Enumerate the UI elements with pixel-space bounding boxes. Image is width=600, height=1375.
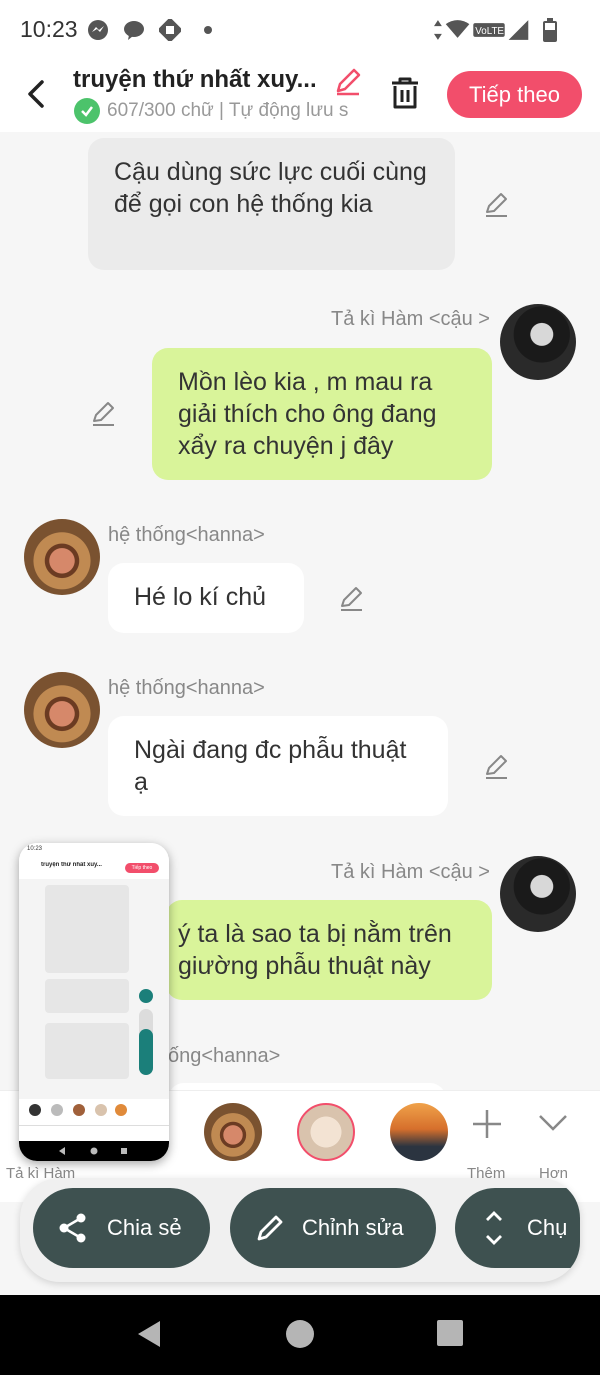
svg-text:VoLTE: VoLTE bbox=[475, 26, 504, 37]
system-navigation-bar bbox=[0, 1295, 600, 1375]
edit-button[interactable]: Chỉnh sửa bbox=[230, 1188, 436, 1268]
character-avatar-sunset[interactable] bbox=[390, 1103, 448, 1161]
notification-dot-icon bbox=[196, 18, 220, 42]
status-bar: 10:23 VoLTE bbox=[0, 0, 600, 60]
share-label: Chia sẻ bbox=[107, 1215, 182, 1240]
thumbnail-character-bar bbox=[19, 1099, 169, 1125]
add-character-icon[interactable] bbox=[470, 1107, 504, 1141]
speaker-name: ống<hanna> bbox=[168, 1045, 281, 1067]
battery-icon bbox=[538, 18, 562, 42]
thumbnail-volume-icon bbox=[139, 989, 153, 1003]
edit-label: Chỉnh sửa bbox=[302, 1215, 404, 1240]
share-icon bbox=[57, 1212, 89, 1244]
back-button[interactable] bbox=[22, 76, 52, 112]
character-avatar-cat[interactable] bbox=[297, 1103, 355, 1161]
thumbnail-navbar bbox=[19, 1141, 169, 1161]
trash-icon[interactable] bbox=[388, 75, 422, 111]
story-title[interactable]: truyện thứ nhất xuy... bbox=[73, 66, 323, 94]
network-icons: VoLTE bbox=[434, 18, 544, 42]
status-time: 10:23 bbox=[20, 16, 78, 42]
back-nav-icon[interactable] bbox=[134, 1319, 164, 1349]
expand-icon bbox=[481, 1210, 507, 1246]
screenshot-action-bar: Chia sẻ Chỉnh sửa Chụ bbox=[20, 1178, 580, 1282]
speaker-name: hệ thống<hanna> bbox=[108, 677, 265, 699]
screenshot-thumbnail[interactable]: 10:23 truyện thứ nhất xuy... Tiếp theo bbox=[19, 843, 169, 1161]
app-icon bbox=[158, 18, 182, 42]
character-message-bubble[interactable]: Hé lo kí chủ bbox=[108, 563, 304, 633]
thumbnail-bubble bbox=[45, 885, 129, 973]
thumbnail-title: truyện thứ nhất xuy... bbox=[41, 862, 102, 868]
thumbnail-header: truyện thứ nhất xuy... Tiếp theo bbox=[19, 857, 169, 879]
word-count-status: 607/300 chữ | Tự động lưu s bbox=[107, 100, 349, 121]
thumbnail-body bbox=[19, 879, 169, 1099]
scroll-capture-button[interactable]: Chụ bbox=[455, 1188, 580, 1268]
edit-message-icon[interactable] bbox=[483, 190, 511, 218]
next-button[interactable]: Tiếp theo bbox=[447, 71, 582, 118]
character-avatar-hanna[interactable] bbox=[204, 1103, 262, 1161]
avatar-hanna[interactable] bbox=[24, 519, 100, 595]
chat-icon bbox=[122, 18, 146, 42]
edit-message-icon[interactable] bbox=[338, 584, 366, 612]
character-message-bubble[interactable]: Ngài đang đc phẫu thuật ạ bbox=[108, 716, 448, 816]
user-message-bubble[interactable]: Mồn lèo kia , m mau ra giải thích cho ôn… bbox=[152, 348, 492, 480]
editor-header: truyện thứ nhất xuy... 607/300 chữ | Tự … bbox=[0, 60, 600, 132]
thumbnail-status-bar: 10:23 bbox=[19, 843, 169, 855]
share-button[interactable]: Chia sẻ bbox=[33, 1188, 210, 1268]
avatar-ta-ki-ham[interactable] bbox=[500, 304, 576, 380]
messenger-icon bbox=[86, 18, 110, 42]
narration-bubble[interactable]: Cậu dùng sức lực cuối cùng để gọi con hệ… bbox=[88, 138, 455, 270]
speaker-name: hệ thống<hanna> bbox=[108, 524, 265, 546]
avatar-hanna[interactable] bbox=[24, 672, 100, 748]
recents-nav-icon[interactable] bbox=[436, 1319, 464, 1347]
edit-message-icon[interactable] bbox=[90, 399, 118, 427]
speaker-name: Tả kì Hàm <cậu > bbox=[331, 861, 490, 883]
saved-check-icon bbox=[74, 98, 100, 124]
scroll-capture-label: Chụ bbox=[527, 1215, 568, 1240]
speaker-name: Tả kì Hàm <cậu > bbox=[331, 308, 490, 330]
thumbnail-next-button: Tiếp theo bbox=[125, 863, 159, 873]
thumbnail-slider-fill bbox=[139, 1029, 153, 1075]
pencil-icon bbox=[254, 1212, 286, 1244]
edit-message-icon[interactable] bbox=[483, 752, 511, 780]
home-nav-icon[interactable] bbox=[285, 1319, 315, 1349]
thumbnail-bubble bbox=[45, 979, 129, 1013]
thumbnail-bubble bbox=[45, 1023, 129, 1079]
edit-title-icon[interactable] bbox=[333, 66, 363, 96]
user-message-bubble[interactable]: ý ta là sao ta bị nằm trên giường phẫu t… bbox=[166, 900, 492, 1000]
chevron-down-icon[interactable] bbox=[537, 1111, 569, 1135]
thumbnail-input bbox=[19, 1125, 169, 1141]
avatar-ta-ki-ham[interactable] bbox=[500, 856, 576, 932]
